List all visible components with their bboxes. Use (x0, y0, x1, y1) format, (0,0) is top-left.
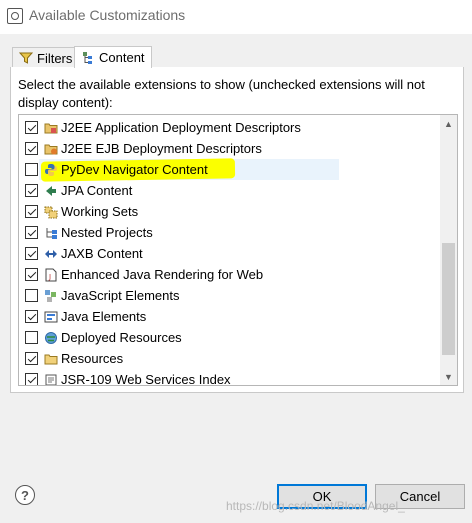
title-bar: Available Customizations (0, 0, 472, 34)
extension-label: PyDev Navigator Content (61, 162, 208, 177)
scroll-thumb[interactable] (442, 243, 455, 355)
jpa-icon (44, 184, 58, 198)
list-item[interactable]: J2EE EJB Deployment Descriptors (19, 138, 439, 159)
tab-content[interactable]: Content (74, 46, 152, 68)
extension-checkbox[interactable] (25, 226, 38, 239)
extension-label: Resources (61, 351, 124, 366)
extension-checkbox[interactable] (25, 121, 38, 134)
folder-descriptor-icon (44, 121, 58, 135)
java-file-icon: J (44, 268, 58, 282)
nested-projects-icon (44, 226, 58, 240)
extension-label: Nested Projects (61, 225, 153, 240)
list-item[interactable]: Working Sets (19, 201, 439, 222)
list-item[interactable]: JavaScript Elements (19, 285, 439, 306)
extension-label: JPA Content (61, 183, 133, 198)
list-item[interactable]: J2EE Application Deployment Descriptors (19, 117, 439, 138)
extension-label: J2EE EJB Deployment Descriptors (61, 141, 262, 156)
extension-label: Deployed Resources (61, 330, 182, 345)
resources-folder-icon (44, 352, 58, 366)
list-item[interactable]: Resources (19, 348, 439, 369)
javascript-elements-icon (44, 289, 58, 303)
scroll-up-icon[interactable]: ▲ (440, 115, 457, 132)
list-item[interactable]: J Enhanced Java Rendering for Web (19, 264, 439, 285)
extension-checkbox[interactable] (25, 373, 38, 385)
tab-filters[interactable]: Filters (12, 47, 80, 68)
list-item[interactable]: JSR-109 Web Services Index (19, 369, 439, 386)
ejb-descriptor-icon (44, 142, 58, 156)
python-icon (44, 163, 58, 177)
extension-checkbox[interactable] (25, 184, 38, 197)
window-title: Available Customizations (29, 7, 186, 23)
working-sets-icon (44, 205, 58, 219)
extension-label: Working Sets (61, 204, 139, 219)
extension-checkbox[interactable] (25, 289, 38, 302)
extension-label: JAXB Content (61, 246, 143, 261)
tab-content-label: Content (99, 50, 145, 65)
extension-checkbox[interactable] (25, 205, 38, 218)
extension-checkbox[interactable] (25, 247, 38, 260)
list-item[interactable]: JPA Content (19, 180, 439, 201)
svg-text:J: J (48, 273, 51, 281)
extension-checkbox[interactable] (25, 268, 38, 281)
filter-icon (18, 51, 34, 65)
list-item[interactable]: JAXB Content (19, 243, 439, 264)
list-item[interactable]: Nested Projects (19, 222, 439, 243)
scroll-down-icon[interactable]: ▼ (440, 368, 457, 385)
deployed-resources-icon (44, 331, 58, 345)
instructions-text: Select the available extensions to show … (18, 77, 425, 110)
jaxb-icon (44, 247, 58, 261)
list-item[interactable]: PyDev Navigator Content (19, 158, 439, 182)
extensions-list[interactable]: J2EE Application Deployment Descriptors J… (18, 114, 458, 386)
extension-checkbox[interactable] (25, 352, 38, 365)
java-elements-icon (44, 310, 58, 324)
vertical-scrollbar[interactable]: ▲ ▼ (440, 115, 457, 385)
tab-filters-label: Filters (37, 50, 73, 66)
extension-checkbox[interactable] (25, 331, 38, 344)
list-item[interactable]: Deployed Resources (19, 327, 439, 348)
web-services-icon (44, 373, 58, 385)
extension-label: Enhanced Java Rendering for Web (61, 267, 264, 282)
help-button[interactable]: ? (15, 485, 35, 505)
extensions-list-items: J2EE Application Deployment Descriptors J… (19, 117, 439, 386)
watermark-text: https://blog.csdn.net/BloodAngel_ (226, 499, 405, 513)
extension-label: JavaScript Elements (61, 288, 180, 303)
extension-checkbox[interactable] (25, 310, 38, 323)
list-item[interactable]: Java Elements (19, 306, 439, 327)
content-tree-icon (81, 51, 95, 65)
extension-label: JSR-109 Web Services Index (61, 372, 231, 386)
extension-label: Java Elements (61, 309, 147, 324)
extension-checkbox[interactable] (25, 163, 38, 176)
customize-dialog-icon (7, 8, 23, 24)
extension-checkbox[interactable] (25, 142, 38, 155)
extension-label: J2EE Application Deployment Descriptors (61, 120, 301, 135)
